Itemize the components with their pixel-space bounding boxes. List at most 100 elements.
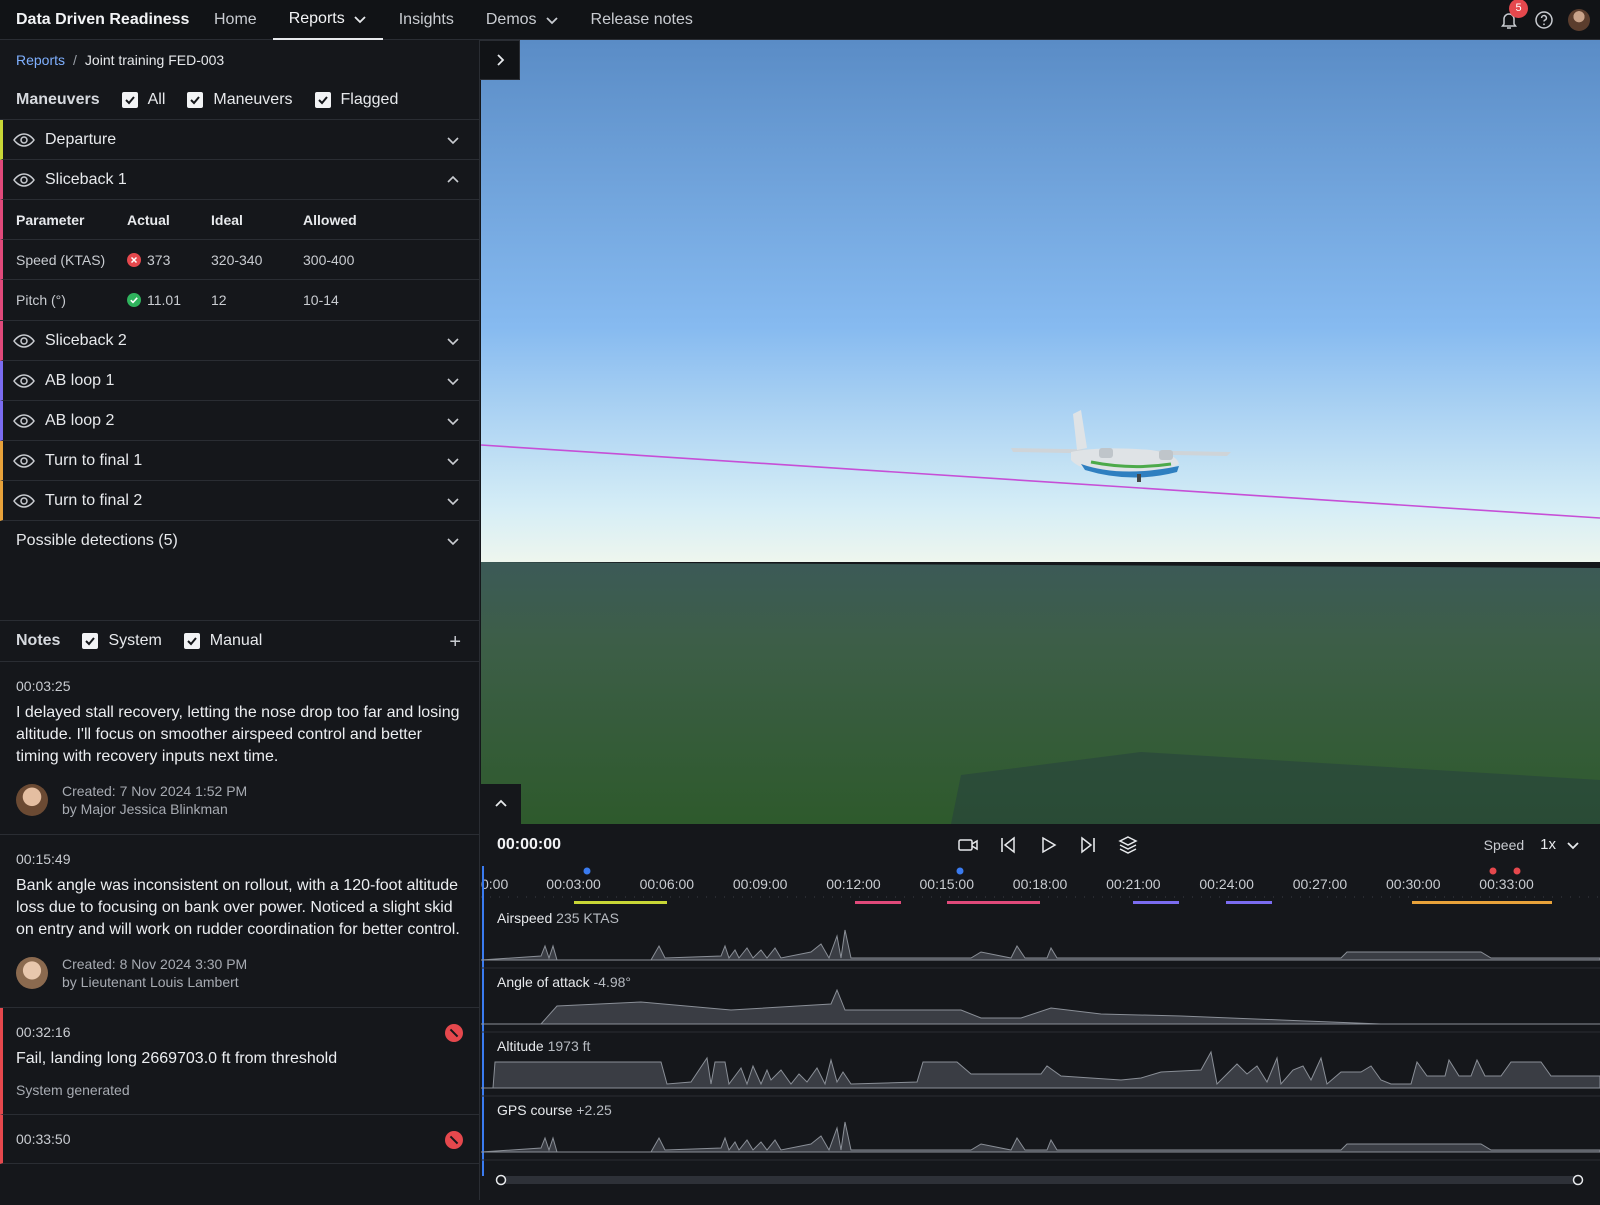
top-right-actions: 5 <box>1498 0 1600 31</box>
maneuver-sliceback-1[interactable]: Sliceback 1 <box>0 160 479 200</box>
filter-system[interactable]: System <box>82 632 162 650</box>
chevron-up-icon <box>495 799 507 807</box>
skip-forward-icon[interactable] <box>1077 834 1099 856</box>
user-avatar[interactable] <box>1568 8 1590 31</box>
note-item-flagged[interactable]: 00:32:16 Fail, landing long 2669703.0 ft… <box>0 1008 479 1115</box>
track-airspeed-label: Airspeed 235 KTAS <box>497 910 619 926</box>
note-time[interactable]: 00:32:16 <box>16 1024 463 1040</box>
note-time[interactable]: 00:03:25 <box>16 678 463 694</box>
filter-maneuvers[interactable]: Maneuvers <box>187 90 293 109</box>
add-note-button[interactable]: + <box>449 631 461 654</box>
timeline-svg[interactable]: 0:00 00:03:00 00:06:00 00:09:00 00:12:00 00:1… <box>480 866 1600 1200</box>
maneuver-ab-loop-1[interactable]: AB loop 1 <box>0 361 479 401</box>
camera-icon[interactable] <box>957 834 979 856</box>
maneuver-turn-to-final-2[interactable]: Turn to final 2 <box>0 481 479 521</box>
param-name: Speed (KTAS) <box>16 251 106 268</box>
note-item[interactable]: 00:03:25 I delayed stall recovery, letti… <box>0 662 479 835</box>
checkbox-checked-icon[interactable] <box>82 633 99 649</box>
param-ideal: 12 <box>211 292 227 308</box>
filter-maneuvers-label: Maneuvers <box>213 90 293 108</box>
time-tick-label: 00:33:00 <box>1479 876 1534 892</box>
chevron-up-icon[interactable] <box>445 172 461 188</box>
filter-manual-label: Manual <box>209 632 263 649</box>
app-title[interactable]: Data Driven Readiness <box>0 11 198 29</box>
help-icon[interactable] <box>1534 10 1554 30</box>
maneuver-sliceback-2[interactable]: Sliceback 2 <box>0 321 479 361</box>
filter-manual[interactable]: Manual <box>183 632 263 650</box>
play-icon[interactable] <box>1037 834 1059 856</box>
col-actual: Actual <box>127 211 170 228</box>
time-tick-label: 0:00 <box>481 876 508 892</box>
timeline[interactable]: 0:00 00:03:00 00:06:00 00:09:00 00:12:00 00:1… <box>480 866 1600 1200</box>
maneuver-label: Sliceback 2 <box>45 331 127 349</box>
checkbox-checked-icon[interactable] <box>314 91 331 108</box>
maneuver-departure[interactable]: Departure <box>0 120 479 160</box>
nav-demos[interactable]: Demos <box>470 0 575 40</box>
eye-icon[interactable] <box>13 132 35 148</box>
eye-icon[interactable] <box>13 172 35 188</box>
chevron-right-icon <box>496 54 504 66</box>
filter-flagged[interactable]: Flagged <box>314 91 398 109</box>
track-value: 1973 ft <box>547 1038 591 1054</box>
collapse-timeline-button[interactable] <box>481 784 521 824</box>
param-actual-value: 373 <box>147 251 171 268</box>
note-item[interactable]: 00:15:49 Bank angle was inconsistent on … <box>0 835 479 1008</box>
speed-select[interactable]: 1x <box>1540 836 1580 853</box>
notification-badge: 5 <box>1509 0 1528 18</box>
checkbox-checked-icon[interactable] <box>121 91 138 108</box>
nav-insights-label: Insights <box>398 10 454 28</box>
track-value: -4.98° <box>593 974 632 990</box>
chevron-down-icon[interactable] <box>445 453 461 469</box>
expand-panel-button[interactable] <box>480 40 520 80</box>
scrubber-start-handle <box>495 1174 507 1186</box>
chevron-down-icon <box>1567 841 1579 849</box>
eye-icon[interactable] <box>13 453 35 469</box>
note-time[interactable]: 00:15:49 <box>16 851 463 867</box>
playback-clock: 00:00:00 <box>497 836 562 853</box>
param-actual: 11.01 <box>127 292 211 308</box>
nav-insights[interactable]: Insights <box>383 0 470 40</box>
note-time[interactable]: 00:33:50 <box>16 1131 463 1147</box>
breadcrumb-reports[interactable]: Reports <box>16 52 65 68</box>
nav-release-notes[interactable]: Release notes <box>575 0 709 40</box>
time-tick-label: 00:27:00 <box>1293 876 1348 892</box>
note-item-flagged[interactable]: 00:33:50 <box>0 1115 479 1164</box>
note-author: Created: 8 Nov 2024 3:30 PM by Lieutenant… <box>62 955 247 991</box>
note-author: Created: 7 Nov 2024 1:52 PM by Major Jess… <box>62 782 247 818</box>
chevron-down-icon[interactable] <box>445 533 461 549</box>
speed-value: 1x <box>1540 836 1556 853</box>
time-tick-label: 00:21:00 <box>1106 876 1161 892</box>
filter-all-label: All <box>147 90 166 108</box>
eye-icon[interactable] <box>13 373 35 389</box>
nav-release-notes-label: Release notes <box>590 10 693 28</box>
skip-back-icon[interactable] <box>997 834 1019 856</box>
eye-icon[interactable] <box>13 413 35 429</box>
left-panel: Reports / Joint training FED-003 Maneuve… <box>0 40 480 1200</box>
eye-icon[interactable] <box>13 333 35 349</box>
nav-home[interactable]: Home <box>198 0 273 40</box>
time-tick-label: 00:12:00 <box>826 876 881 892</box>
angle-of-attack-graph <box>481 988 1600 1025</box>
chevron-down-icon[interactable] <box>445 333 461 349</box>
eye-icon[interactable] <box>13 493 35 509</box>
possible-detections[interactable]: Possible detections (5) <box>0 521 479 561</box>
gps-course-graph <box>480 1121 1600 1153</box>
checkbox-checked-icon[interactable] <box>183 633 200 649</box>
maneuver-turn-to-final-1[interactable]: Turn to final 1 <box>0 441 479 481</box>
scene-view[interactable] <box>481 40 1600 824</box>
maneuver-filters: Maneuvers All Maneuvers Flagged <box>0 80 479 120</box>
chevron-down-icon[interactable] <box>445 493 461 509</box>
checkbox-checked-icon[interactable] <box>187 91 204 108</box>
chevron-down-icon[interactable] <box>445 373 461 389</box>
maneuver-ab-loop-2[interactable]: AB loop 2 <box>0 401 479 441</box>
filter-all[interactable]: All <box>121 90 166 109</box>
nav-reports[interactable]: Reports <box>272 0 383 40</box>
notifications-button[interactable]: 5 <box>1498 0 1528 31</box>
param-allowed: 10-14 <box>303 292 339 308</box>
chevron-down-icon[interactable] <box>445 413 461 429</box>
chevron-down-icon[interactable] <box>445 132 461 148</box>
nav-reports-label: Reports <box>288 9 345 27</box>
track-name: Angle of attack <box>497 974 590 990</box>
flight-viewport[interactable] <box>481 40 1600 824</box>
layers-icon[interactable] <box>1117 834 1139 856</box>
